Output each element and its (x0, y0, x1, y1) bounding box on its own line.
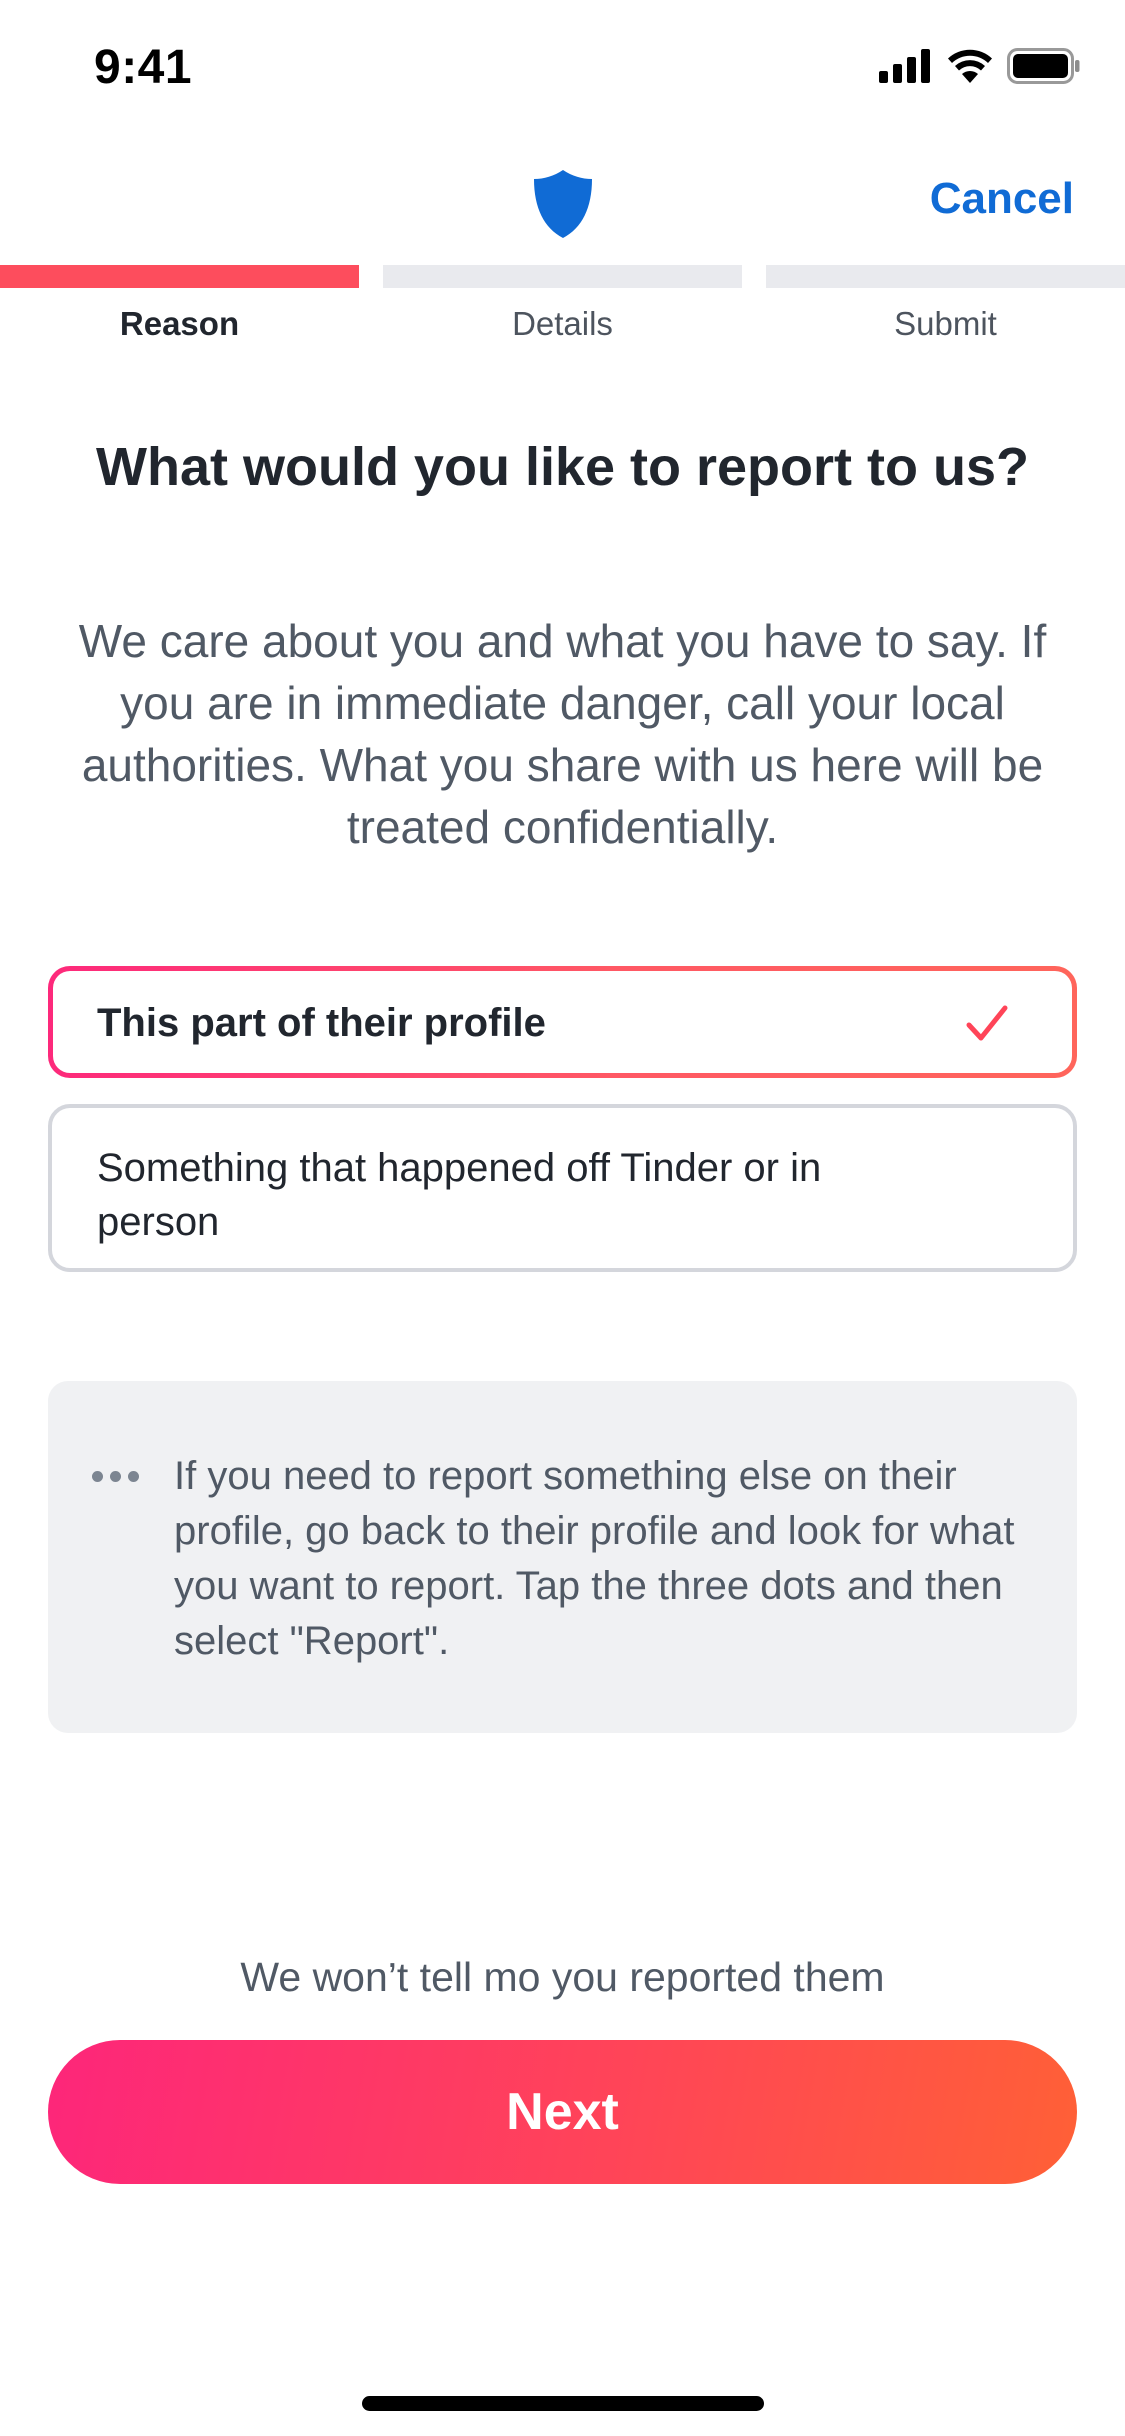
step-progress-bar (766, 265, 1125, 288)
progress-steps: Reason Details Submit (0, 265, 1125, 345)
status-icons (879, 48, 1081, 84)
step-label: Reason (119, 305, 240, 342)
cellular-signal-icon (879, 49, 930, 83)
step-progress-bar (383, 265, 742, 288)
status-bar: 9:41 (0, 0, 1125, 140)
more-dots-icon (92, 1471, 139, 1482)
step-label: Submit (894, 305, 997, 342)
info-text: If you need to report something else on … (174, 1454, 1015, 1663)
step-reason: Reason (0, 265, 359, 345)
privacy-note: We won’t tell mo you reported them (240, 1954, 885, 2000)
step-label: Details (512, 305, 613, 342)
cancel-button[interactable]: Cancel (930, 174, 1074, 224)
option-profile-part[interactable]: This part of their profile (48, 966, 1077, 1078)
shield-icon (534, 170, 592, 238)
option-label: Something that happened off Tinder or in… (97, 1146, 822, 1244)
page-title: What would you like to report to us? (96, 437, 1029, 497)
option-label: This part of their profile (97, 1001, 546, 1045)
home-indicator (362, 2396, 764, 2411)
battery-icon (1007, 48, 1080, 84)
step-details: Details (383, 265, 742, 345)
description-text: We care about you and what you have to s… (78, 615, 1047, 853)
next-button[interactable]: Next (48, 2040, 1077, 2184)
status-time: 9:41 (94, 41, 193, 94)
header: Cancel (0, 140, 1125, 260)
wifi-icon (948, 49, 992, 83)
option-off-tinder[interactable]: Something that happened off Tinder or in… (48, 1104, 1077, 1272)
info-box: If you need to report something else on … (48, 1381, 1077, 1733)
step-progress-bar (0, 265, 359, 288)
step-submit: Submit (766, 265, 1125, 345)
checkmark-icon (966, 1005, 1008, 1041)
